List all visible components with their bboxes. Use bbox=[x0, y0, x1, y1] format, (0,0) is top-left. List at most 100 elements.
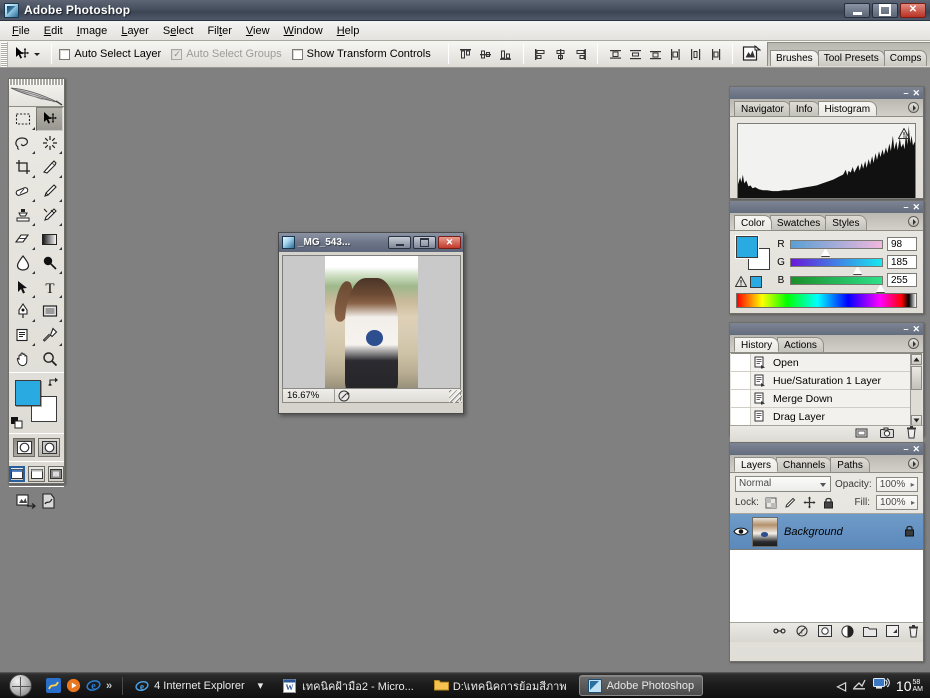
align-left-edges-button[interactable] bbox=[532, 45, 550, 64]
type-tool[interactable]: T bbox=[36, 275, 63, 299]
rectangle-shape-tool[interactable] bbox=[36, 299, 63, 323]
palette-menu-icon[interactable] bbox=[908, 216, 919, 227]
tab-layers[interactable]: Layers bbox=[734, 457, 779, 472]
healing-brush-tool[interactable] bbox=[9, 179, 36, 203]
eyedropper-tool[interactable] bbox=[36, 323, 63, 347]
channel-value-r[interactable]: 98 bbox=[887, 237, 917, 251]
palette-tab-brushes[interactable]: Brushes bbox=[770, 50, 819, 66]
new-layer-icon[interactable] bbox=[886, 625, 899, 640]
tab-paths[interactable]: Paths bbox=[830, 457, 870, 472]
align-horizontal-centers-button[interactable] bbox=[551, 45, 569, 64]
lock-all-icon[interactable] bbox=[822, 496, 835, 509]
delete-layer-icon[interactable] bbox=[908, 624, 919, 641]
history-source-checkbox[interactable] bbox=[731, 408, 751, 425]
image-ready-jump-icon[interactable] bbox=[740, 44, 762, 65]
crop-tool[interactable] bbox=[9, 155, 36, 179]
color-spectrum-ramp[interactable] bbox=[736, 293, 917, 308]
foreground-color-swatch[interactable] bbox=[15, 380, 41, 406]
doc-info-icon[interactable] bbox=[335, 389, 353, 402]
gradient-tool[interactable] bbox=[36, 227, 63, 251]
align-vertical-centers-button[interactable] bbox=[477, 45, 495, 64]
new-adjustment-layer-icon[interactable] bbox=[841, 624, 854, 641]
resize-grip-icon[interactable] bbox=[449, 390, 462, 403]
tab-info[interactable]: Info bbox=[788, 101, 820, 116]
document-close-button[interactable] bbox=[438, 236, 461, 249]
out-of-gamut-warning-icon[interactable] bbox=[735, 276, 747, 287]
start-orb-icon[interactable] bbox=[8, 674, 32, 697]
channel-slider-r[interactable] bbox=[790, 239, 883, 256]
palette-tab-comps[interactable]: Comps bbox=[883, 50, 928, 66]
palette-close-button[interactable]: ✕ bbox=[912, 202, 920, 212]
history-state-row[interactable]: Drag Layer bbox=[731, 408, 922, 425]
channel-slider-g[interactable] bbox=[790, 257, 883, 274]
move-tool[interactable] bbox=[36, 107, 63, 131]
menu-window[interactable]: Window bbox=[277, 23, 330, 39]
menu-view[interactable]: View bbox=[239, 23, 277, 39]
align-right-edges-button[interactable] bbox=[571, 45, 589, 64]
layers-palette-title-bar[interactable]: – ✕ bbox=[730, 443, 923, 455]
menu-filter[interactable]: Filter bbox=[200, 23, 238, 39]
palette-close-button[interactable]: ✕ bbox=[912, 324, 920, 334]
chevron-down-icon[interactable]: ▾ bbox=[258, 679, 264, 692]
distribute-top-edges-button[interactable] bbox=[606, 45, 624, 64]
start-button[interactable] bbox=[0, 673, 40, 698]
task-button-word-document[interactable]: W เทคนิคฝ้ามือ2 - Micro... bbox=[275, 675, 422, 696]
document-title-bar[interactable]: _MG_543... bbox=[279, 233, 463, 252]
layer-style-icon[interactable]: f bbox=[796, 625, 809, 640]
menu-select[interactable]: Select bbox=[156, 23, 201, 39]
history-source-checkbox[interactable] bbox=[731, 372, 751, 389]
channel-slider-b[interactable] bbox=[790, 275, 885, 292]
blur-tool[interactable] bbox=[9, 251, 36, 275]
document-minimize-button[interactable] bbox=[388, 236, 411, 249]
history-scrollbar-thumb[interactable] bbox=[911, 366, 922, 390]
dodge-tool[interactable] bbox=[36, 251, 63, 275]
document-maximize-button[interactable] bbox=[413, 236, 436, 249]
create-new-snapshot-icon[interactable] bbox=[880, 427, 894, 442]
scroll-up-arrow-icon[interactable] bbox=[911, 354, 922, 365]
maximize-button[interactable] bbox=[872, 2, 898, 18]
history-state-row[interactable]: Hue/Saturation 1 Layer bbox=[731, 372, 922, 390]
history-source-checkbox[interactable] bbox=[731, 390, 751, 407]
blend-mode-select[interactable]: Normal bbox=[735, 476, 831, 492]
align-bottom-edges-button[interactable] bbox=[497, 45, 515, 64]
create-document-from-state-icon[interactable] bbox=[855, 427, 868, 442]
full-screen-mode-button[interactable] bbox=[47, 466, 64, 482]
taskbar-clock[interactable]: 10 58 AM bbox=[896, 678, 923, 694]
align-top-edges-button[interactable] bbox=[457, 45, 475, 64]
document-canvas[interactable] bbox=[282, 255, 461, 394]
eraser-tool[interactable] bbox=[9, 227, 36, 251]
close-button[interactable] bbox=[900, 2, 926, 18]
document-window[interactable]: _MG_543... 16.67% bbox=[278, 232, 464, 414]
task-button-adobe-photoshop[interactable]: Adobe Photoshop bbox=[578, 675, 704, 696]
in-gamut-color-swatch[interactable] bbox=[750, 276, 762, 288]
color-palette-title-bar[interactable]: – ✕ bbox=[730, 201, 923, 213]
show-transform-controls-checkbox[interactable] bbox=[291, 48, 303, 60]
tab-history[interactable]: History bbox=[734, 337, 780, 352]
palette-minimize-button[interactable]: – bbox=[903, 444, 908, 454]
distribute-vertical-centers-button[interactable] bbox=[626, 45, 644, 64]
options-bar-gripper[interactable] bbox=[1, 41, 8, 67]
auto-select-layer-checkbox[interactable] bbox=[59, 48, 71, 60]
tab-actions[interactable]: Actions bbox=[777, 337, 824, 352]
layer-name[interactable]: Background bbox=[784, 526, 904, 538]
history-source-checkbox[interactable] bbox=[731, 354, 751, 371]
network-activity-icon[interactable] bbox=[852, 677, 867, 694]
history-state-row[interactable]: Merge Down bbox=[731, 390, 922, 408]
history-state-list[interactable]: Open Hue/Saturation 1 Layer Merge Down D… bbox=[731, 353, 922, 425]
lock-position-icon[interactable] bbox=[803, 496, 816, 509]
clone-stamp-tool[interactable] bbox=[9, 203, 36, 227]
menu-help[interactable]: Help bbox=[330, 23, 367, 39]
tab-styles[interactable]: Styles bbox=[825, 215, 867, 230]
swap-colors-icon[interactable] bbox=[48, 377, 59, 388]
layer-visibility-eye-icon[interactable] bbox=[730, 526, 752, 537]
tab-channels[interactable]: Channels bbox=[776, 457, 833, 472]
channel-value-b[interactable]: 255 bbox=[887, 273, 917, 287]
tab-swatches[interactable]: Swatches bbox=[769, 215, 828, 230]
palette-minimize-button[interactable]: – bbox=[903, 324, 908, 334]
link-layers-icon[interactable] bbox=[772, 626, 787, 639]
palette-tab-tool-presets[interactable]: Tool Presets bbox=[817, 50, 885, 66]
color-foreground-swatch[interactable] bbox=[736, 236, 758, 258]
display-icon[interactable] bbox=[872, 677, 890, 694]
history-palette-title-bar[interactable]: – ✕ bbox=[730, 323, 923, 335]
distribute-bottom-edges-button[interactable] bbox=[646, 45, 664, 64]
